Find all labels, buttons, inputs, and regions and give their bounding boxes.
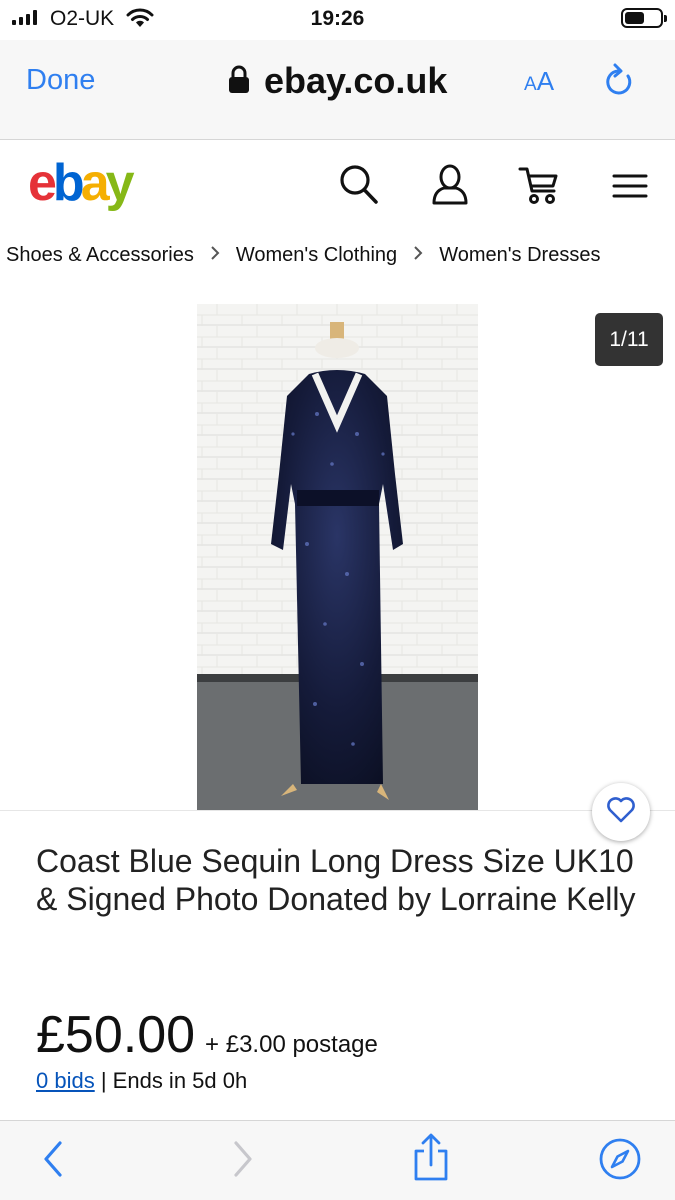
account-icon[interactable] (430, 163, 470, 212)
cart-icon[interactable] (518, 163, 562, 212)
text-size-small-label: A (524, 74, 537, 95)
breadcrumb-item-womens-dresses[interactable]: Women's Dresses (439, 244, 600, 267)
postage-cost: + £3.00 postage (205, 1031, 378, 1058)
bids-link[interactable]: 0 bids (36, 1068, 95, 1093)
breadcrumb-item-womens-clothing[interactable]: Women's Clothing (236, 244, 397, 267)
ebay-logo[interactable]: ebay (28, 153, 135, 213)
logo-letter: e (28, 154, 57, 212)
divider (0, 810, 675, 811)
back-icon[interactable] (40, 1139, 66, 1184)
site-header: ebay (0, 141, 675, 231)
done-button[interactable]: Done (26, 64, 95, 97)
lock-icon (228, 64, 250, 99)
logo-letter: y (105, 154, 135, 212)
listing-title: Coast Blue Sequin Long Dress Size UK10 &… (36, 843, 636, 917)
breadcrumb-item-shoes-accessories[interactable]: Shoes & Accessories (6, 244, 194, 267)
watch-button[interactable] (592, 783, 650, 841)
browser-toolbar (0, 1120, 675, 1200)
menu-icon[interactable] (612, 173, 648, 204)
chevron-right-icon (210, 244, 220, 267)
url-text: ebay.co.uk (264, 60, 448, 101)
battery-icon (621, 8, 667, 28)
breadcrumb: Shoes & Accessories Women's Clothing Wom… (6, 244, 600, 267)
heart-icon (606, 796, 636, 829)
battery-level (625, 12, 644, 24)
forward-icon[interactable] (230, 1139, 256, 1184)
image-counter-badge: 1/11 (595, 313, 663, 366)
share-icon[interactable] (412, 1133, 450, 1188)
compass-icon[interactable] (598, 1137, 642, 1186)
text-size-large-label: A (536, 66, 555, 96)
search-icon[interactable] (338, 163, 380, 212)
browser-bar: Done ebay.co.uk AA (0, 40, 675, 140)
status-bar: O2-UK 19:26 (0, 0, 675, 40)
text-size-button[interactable]: AA (524, 66, 554, 97)
price-row: £50.00 + £3.00 postage (36, 1005, 378, 1065)
logo-letter: b (52, 154, 85, 212)
product-image[interactable] (197, 304, 478, 810)
auction-end-time: | Ends in 5d 0h (100, 1068, 248, 1093)
bids-row: 0 bids | Ends in 5d 0h (36, 1068, 247, 1094)
price: £50.00 (36, 1006, 196, 1064)
chevron-right-icon (413, 244, 423, 267)
logo-letter: a (80, 154, 110, 212)
address-bar[interactable]: ebay.co.uk (228, 60, 447, 102)
reload-icon[interactable] (602, 62, 636, 105)
clock: 19:26 (310, 7, 365, 30)
